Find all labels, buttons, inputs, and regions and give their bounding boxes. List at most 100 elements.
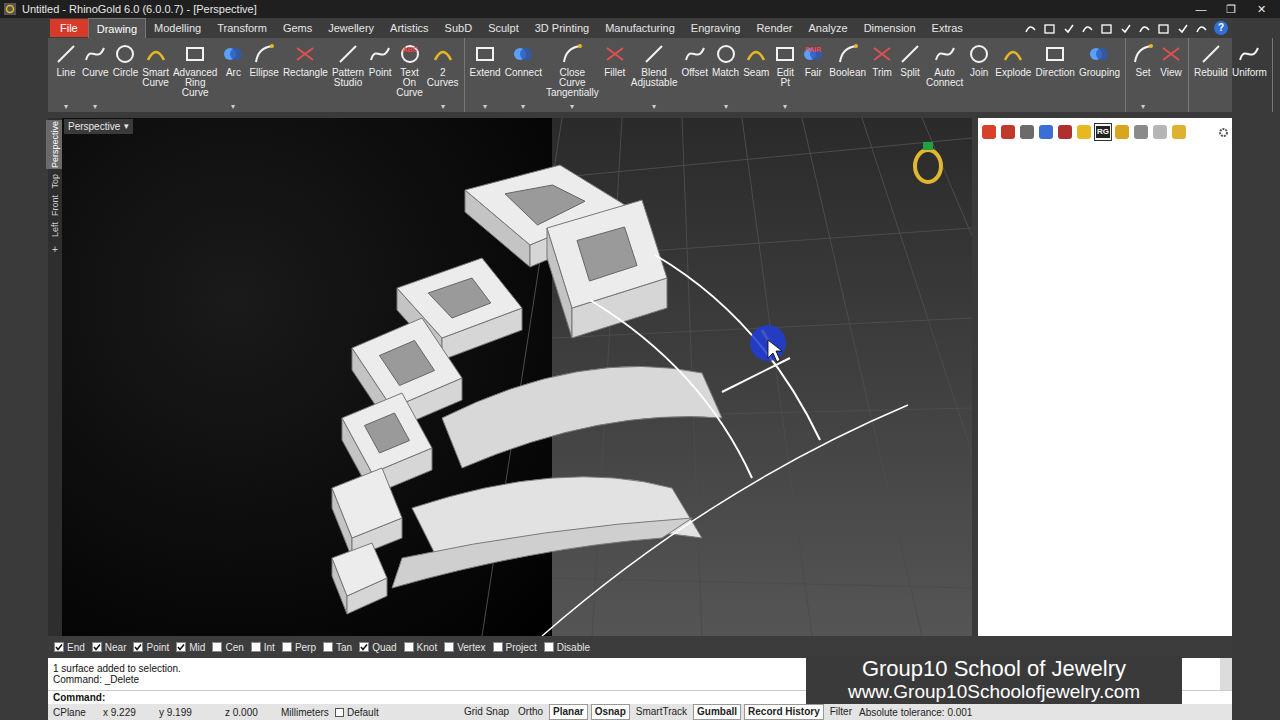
window-control[interactable]: ❐ — [1216, 1, 1246, 18]
panel-tab[interactable] — [980, 123, 998, 141]
menu-tab[interactable]: 3D Printing — [527, 18, 597, 38]
tool-dropdown[interactable]: ▾ — [652, 102, 656, 111]
status-toggle[interactable]: Grid Snap — [461, 705, 512, 719]
osnap-option[interactable]: Perp — [282, 640, 316, 655]
quick-access-icon[interactable] — [1024, 22, 1037, 35]
osnap-option[interactable]: Int — [251, 640, 275, 655]
status-toggle[interactable]: Record History — [744, 704, 824, 720]
status-toggle[interactable]: Osnap — [591, 704, 630, 720]
units[interactable]: Millimeters — [281, 705, 335, 720]
ribbon-tool[interactable]: Explode — [993, 38, 1033, 112]
file-button[interactable]: File — [50, 19, 88, 37]
quick-access-icon[interactable] — [1100, 22, 1113, 35]
menu-tab[interactable]: Sculpt — [480, 18, 527, 38]
ribbon-tool[interactable]: Grouping — [1077, 38, 1122, 112]
osnap-checkbox[interactable] — [493, 642, 503, 652]
ribbon-tool[interactable]: Seam — [741, 38, 771, 112]
tool-dropdown[interactable]: ▾ — [483, 102, 487, 111]
quick-access-icon[interactable] — [1176, 22, 1189, 35]
tool-dropdown[interactable]: ▾ — [441, 102, 445, 111]
cplane[interactable]: CPlane — [53, 705, 103, 720]
osnap-checkbox[interactable] — [544, 642, 554, 652]
tool-dropdown[interactable]: ▾ — [1141, 102, 1145, 111]
ribbon-tool[interactable]: Point — [366, 38, 394, 112]
quick-access-icon[interactable] — [1081, 22, 1094, 35]
osnap-option[interactable]: Disable — [544, 640, 590, 655]
ribbon-tool[interactable]: ABCText On Curve — [394, 38, 425, 112]
menu-tab[interactable]: Dimension — [856, 18, 924, 38]
menu-tab[interactable]: SubD — [437, 18, 481, 38]
status-toggle[interactable]: Planar — [549, 704, 588, 720]
osnap-checkbox[interactable] — [444, 642, 454, 652]
add-viewport-button[interactable]: + — [52, 242, 58, 257]
status-toggle[interactable]: SmartTrack — [633, 705, 690, 719]
panel-tab[interactable] — [1113, 123, 1131, 141]
quick-access-icon[interactable] — [1138, 22, 1151, 35]
osnap-checkbox[interactable] — [323, 642, 333, 652]
menu-tab[interactable]: Gems — [275, 18, 320, 38]
ribbon-tool[interactable]: Set▾ — [1129, 38, 1157, 112]
menu-tab[interactable]: Modelling — [146, 18, 209, 38]
ribbon-tool[interactable]: Blend Adjustable▾ — [629, 38, 680, 112]
status-toggle[interactable]: Filter — [827, 705, 855, 719]
menu-tab[interactable]: Render — [748, 18, 800, 38]
quick-access-icon[interactable] — [1043, 22, 1056, 35]
osnap-option[interactable]: Point — [133, 640, 169, 655]
osnap-option[interactable]: Tan — [323, 640, 352, 655]
quick-access-icon[interactable] — [1157, 22, 1170, 35]
menu-tab[interactable]: Drawing — [88, 18, 146, 38]
osnap-checkbox[interactable] — [133, 642, 143, 652]
quick-access-icon[interactable] — [1062, 22, 1075, 35]
tool-dropdown[interactable]: ▾ — [521, 102, 525, 111]
ribbon-tool[interactable]: Curve▾ — [80, 38, 111, 112]
panel-tab[interactable] — [1018, 123, 1036, 141]
osnap-option[interactable]: Quad — [359, 640, 396, 655]
layer[interactable]: Default — [335, 705, 455, 720]
ribbon-tool[interactable]: Advanced Ring Curve — [171, 38, 219, 112]
menu-tab[interactable]: Jewellery — [320, 18, 382, 38]
tool-dropdown[interactable]: ▾ — [783, 102, 787, 111]
window-control[interactable]: — — [1186, 1, 1216, 18]
ribbon-tool[interactable]: Auto Connect — [924, 38, 965, 112]
panel-tab[interactable] — [1151, 123, 1169, 141]
osnap-option[interactable]: Project — [493, 640, 537, 655]
window-control[interactable]: ✕ — [1246, 1, 1276, 18]
osnap-checkbox[interactable] — [359, 642, 369, 652]
ribbon-tool[interactable]: Match▾ — [710, 38, 741, 112]
tool-dropdown[interactable]: ▾ — [93, 102, 97, 111]
osnap-option[interactable]: Mid — [176, 640, 205, 655]
ribbon-tool[interactable]: Direction — [1033, 38, 1076, 112]
viewport[interactable]: Perspective▾ — [62, 118, 972, 636]
ribbon-tool[interactable]: Smart Curve — [140, 38, 171, 112]
panel-tab[interactable] — [1056, 123, 1074, 141]
osnap-option[interactable]: Near — [92, 640, 127, 655]
ribbon-tool[interactable]: Connect▾ — [503, 38, 544, 112]
model-drawing[interactable] — [62, 118, 972, 636]
ribbon-tool[interactable]: Close Curve Tangentially▾ — [544, 38, 601, 112]
menu-tab[interactable]: Artistics — [382, 18, 437, 38]
menu-tab[interactable]: Transform — [209, 18, 275, 38]
panel-tab[interactable] — [1170, 123, 1188, 141]
menu-tab[interactable]: Extras — [924, 18, 971, 38]
menu-tab[interactable]: Analyze — [800, 18, 855, 38]
ribbon-tool[interactable]: Trim — [868, 38, 896, 112]
ribbon-tool[interactable]: Boolean — [827, 38, 868, 112]
ribbon-tool[interactable]: Pattern Studio — [330, 38, 366, 112]
ribbon-tool[interactable]: Line▾ — [52, 38, 80, 112]
tool-dropdown[interactable]: ▾ — [570, 102, 574, 111]
gear-icon[interactable] — [1218, 127, 1229, 138]
ribbon-tool[interactable]: Ellipse — [247, 38, 280, 112]
osnap-checkbox[interactable] — [282, 642, 292, 652]
tool-dropdown[interactable]: ▾ — [64, 102, 68, 111]
panel-tab[interactable] — [999, 123, 1017, 141]
panel-tab[interactable] — [1132, 123, 1150, 141]
status-toggle[interactable]: Gumball — [693, 704, 741, 720]
osnap-checkbox[interactable] — [176, 642, 186, 652]
panel-tab[interactable] — [1037, 123, 1055, 141]
viewport-label[interactable]: Perspective▾ — [64, 119, 133, 134]
osnap-checkbox[interactable] — [404, 642, 414, 652]
quick-access-icon[interactable] — [1119, 22, 1132, 35]
osnap-option[interactable]: End — [54, 640, 85, 655]
osnap-checkbox[interactable] — [212, 642, 222, 652]
osnap-option[interactable]: Knot — [404, 640, 438, 655]
